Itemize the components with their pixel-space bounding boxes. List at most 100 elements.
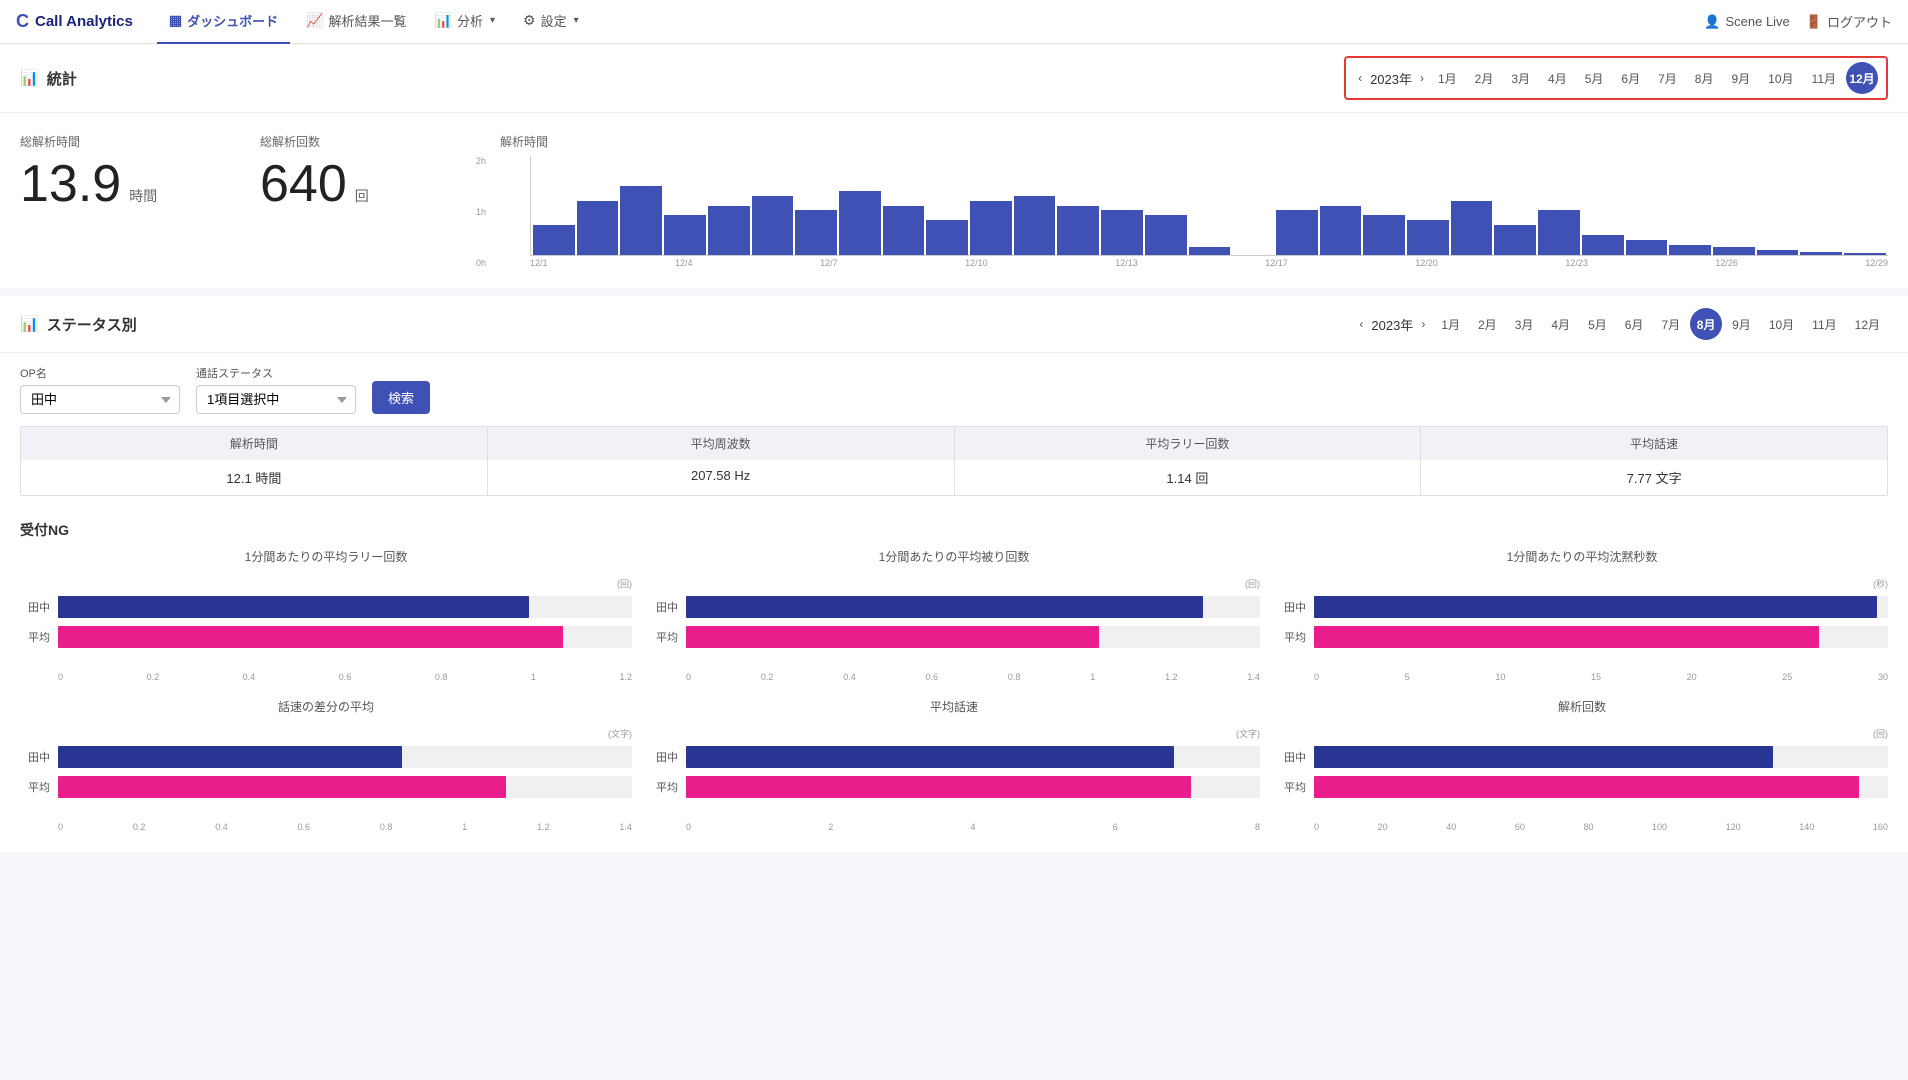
- h-bar-track-平均: [1314, 626, 1888, 648]
- total-time-unit: 時間: [129, 186, 157, 206]
- nav-analysis-list[interactable]: 📈 解析結果一覧: [294, 0, 418, 44]
- h-bar-row-平均: 平均: [648, 776, 1260, 798]
- h-bar-row-田中: 田中: [648, 596, 1260, 618]
- nav-dashboard-label: ダッシュボード: [187, 11, 278, 30]
- h-bar-axis-silence-per-min: 051015202530: [1276, 672, 1888, 682]
- status-filter-group: 通話ステータス 1項目選択中: [196, 365, 356, 414]
- stats-month-12月[interactable]: 12月: [1846, 62, 1878, 94]
- stats-content: 総解析時間 13.9 時間 総解析回数 640 回 解析時間 2h 1h: [0, 113, 1908, 288]
- h-bar-row-田中: 田中: [1276, 596, 1888, 618]
- h-bar-label-平均: 平均: [648, 629, 678, 645]
- search-button[interactable]: 検索: [372, 381, 430, 414]
- bar-9: [926, 220, 968, 255]
- chart-title: 解析時間: [500, 133, 1888, 150]
- status-month-6月[interactable]: 6月: [1617, 312, 1652, 337]
- logout-button[interactable]: 🚪 ログアウト: [1806, 12, 1892, 31]
- h-bar-label-田中: 田中: [648, 749, 678, 765]
- status-month-4月[interactable]: 4月: [1543, 312, 1578, 337]
- stats-val-4: 7.77 文字: [1421, 460, 1887, 495]
- h-bar-label-田中: 田中: [1276, 599, 1306, 615]
- status-month-2月[interactable]: 2月: [1470, 312, 1505, 337]
- status-month-8月[interactable]: 8月: [1690, 308, 1722, 340]
- op-select[interactable]: 田中: [20, 385, 180, 414]
- stats-month-2月[interactable]: 2月: [1467, 66, 1502, 91]
- h-bar-chart-analysis-count: 田中平均: [1276, 742, 1888, 818]
- stats-col-h1: 解析時間: [21, 427, 488, 460]
- bar-21: [1451, 201, 1493, 255]
- main-nav: ▦ ダッシュボード 📈 解析結果一覧 📊 分析 ▾ ⚙ 設定 ▾: [157, 0, 1704, 44]
- logout-label: ログアウト: [1827, 12, 1892, 31]
- status-month-11月[interactable]: 11月: [1804, 312, 1844, 337]
- stats-month-5月[interactable]: 5月: [1577, 66, 1612, 91]
- h-bar-label-平均: 平均: [20, 779, 50, 795]
- total-count-block: 総解析回数 640 回: [260, 133, 460, 210]
- stats-year-prev[interactable]: ‹: [1354, 69, 1366, 87]
- chart-unit-analysis-count: (回): [1276, 727, 1888, 740]
- chart-title-rally-per-min: 1分間あたりの平均ラリー回数: [20, 548, 632, 565]
- status-month-10月[interactable]: 10月: [1761, 312, 1802, 337]
- status-select[interactable]: 1項目選択中: [196, 385, 356, 414]
- charts-grid: 1分間あたりの平均ラリー回数(回)田中平均00.20.40.60.811.21分…: [0, 548, 1908, 852]
- h-bar-track-平均: [1314, 776, 1888, 798]
- stats-row-header: 解析時間 平均周波数 平均ラリー回数 平均話速: [21, 427, 1887, 460]
- h-bar-track-平均: [686, 776, 1260, 798]
- nav-settings-label: 設定: [541, 11, 567, 30]
- h-bar-label-田中: 田中: [20, 749, 50, 765]
- h-bar-track-平均: [58, 776, 632, 798]
- status-month-5月[interactable]: 5月: [1580, 312, 1615, 337]
- status-month-9月[interactable]: 9月: [1724, 312, 1759, 337]
- h-bar-fill-田中: [686, 746, 1174, 768]
- total-time-value: 13.9: [20, 158, 121, 210]
- status-year-prev[interactable]: ‹: [1355, 315, 1367, 333]
- stats-month-9月[interactable]: 9月: [1723, 66, 1758, 91]
- stats-month-3月[interactable]: 3月: [1503, 66, 1538, 91]
- stats-title: 📊 統計: [20, 68, 77, 89]
- chart-unit-avg-speech: (文字): [648, 727, 1260, 740]
- h-bar-track-田中: [58, 596, 632, 618]
- main-content: 📊 統計 ‹ 2023年 › 1月2月3月4月5月6月7月8月9月10月11月1…: [0, 44, 1908, 852]
- bar-23: [1538, 210, 1580, 255]
- status-month-7月[interactable]: 7月: [1653, 312, 1688, 337]
- status-year: 2023年: [1371, 315, 1413, 334]
- header: C Call Analytics ▦ ダッシュボード 📈 解析結果一覧 📊 分析…: [0, 0, 1908, 44]
- bar-14: [1145, 215, 1187, 255]
- nav-analysis[interactable]: 📊 分析 ▾: [423, 0, 507, 44]
- h-bar-axis-avg-speech: 02468: [648, 822, 1260, 832]
- chart-title-overlap-per-min: 1分間あたりの平均被り回数: [648, 548, 1260, 565]
- h-bar-label-平均: 平均: [20, 629, 50, 645]
- stats-month-6月[interactable]: 6月: [1613, 66, 1648, 91]
- status-year-next[interactable]: ›: [1417, 315, 1429, 333]
- stats-col-h3: 平均ラリー回数: [955, 427, 1422, 460]
- status-month-12月[interactable]: 12月: [1847, 312, 1888, 337]
- h-bar-row-平均: 平均: [648, 626, 1260, 648]
- chart-avg-speech: 平均話速(文字)田中平均02468: [648, 698, 1260, 832]
- h-bar-label-平均: 平均: [1276, 629, 1306, 645]
- status-month-1月[interactable]: 1月: [1433, 312, 1468, 337]
- h-bar-fill-平均: [58, 776, 506, 798]
- chart-unit-overlap-per-min: (回): [648, 577, 1260, 590]
- stats-month-7月[interactable]: 7月: [1650, 66, 1685, 91]
- logo: C Call Analytics: [16, 11, 133, 32]
- stats-year: 2023年: [1370, 69, 1412, 88]
- stats-table: 解析時間 平均周波数 平均ラリー回数 平均話速 12.1 時間 207.58 H…: [20, 426, 1888, 496]
- h-bar-row-平均: 平均: [1276, 776, 1888, 798]
- stats-month-11月[interactable]: 11月: [1804, 66, 1844, 91]
- stats-year-next[interactable]: ›: [1416, 69, 1428, 87]
- status-month-3月[interactable]: 3月: [1507, 312, 1542, 337]
- stats-month-10月[interactable]: 10月: [1760, 66, 1801, 91]
- chart-silence-per-min: 1分間あたりの平均沈黙秒数(秒)田中平均051015202530: [1276, 548, 1888, 682]
- stats-month-8月[interactable]: 8月: [1687, 66, 1722, 91]
- stats-month-4月[interactable]: 4月: [1540, 66, 1575, 91]
- stats-month-1月[interactable]: 1月: [1430, 66, 1465, 91]
- stats-icon: 📊: [20, 69, 39, 87]
- user-icon: 👤: [1704, 14, 1720, 30]
- stats-months: 1月2月3月4月5月6月7月8月9月10月11月12月: [1430, 62, 1878, 94]
- chart-unit-silence-per-min: (秒): [1276, 577, 1888, 590]
- user-menu[interactable]: 👤 Scene Live: [1704, 14, 1790, 30]
- h-bar-label-平均: 平均: [1276, 779, 1306, 795]
- bar-28: [1757, 250, 1799, 255]
- nav-dashboard[interactable]: ▦ ダッシュボード: [157, 0, 290, 44]
- op-label: OP名: [20, 365, 180, 381]
- nav-settings[interactable]: ⚙ 設定 ▾: [511, 0, 591, 44]
- h-bar-row-平均: 平均: [20, 776, 632, 798]
